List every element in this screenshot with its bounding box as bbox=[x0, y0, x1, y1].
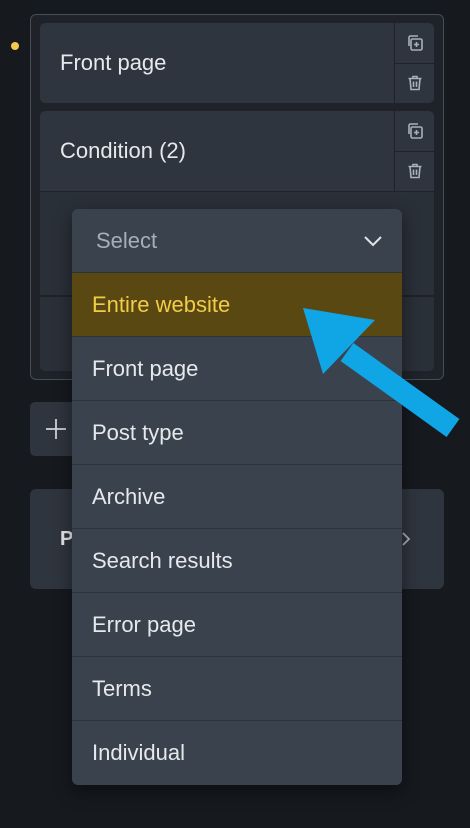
select-field[interactable]: Select bbox=[72, 209, 402, 273]
row-actions bbox=[394, 23, 434, 103]
trash-icon bbox=[408, 75, 421, 91]
duplicate-icon bbox=[407, 122, 423, 139]
condition-row-2: Condition (2) bbox=[40, 111, 434, 191]
condition-row-label[interactable]: Condition (2) bbox=[40, 111, 392, 191]
duplicate-button[interactable] bbox=[395, 111, 434, 151]
status-dot bbox=[11, 42, 19, 50]
duplicate-icon bbox=[407, 34, 423, 51]
trash-icon bbox=[408, 163, 421, 179]
condition-row-label[interactable]: Front page bbox=[40, 23, 392, 103]
row-actions bbox=[394, 111, 434, 191]
delete-button[interactable] bbox=[395, 150, 434, 192]
select-placeholder: Select bbox=[96, 227, 158, 253]
option-search-results[interactable]: Search results bbox=[72, 529, 402, 593]
option-individual[interactable]: Individual bbox=[72, 721, 402, 785]
option-terms[interactable]: Terms bbox=[72, 657, 402, 721]
condition-type-dropdown: Select Entire website Front page Post ty… bbox=[72, 209, 402, 785]
delete-button[interactable] bbox=[395, 62, 434, 104]
pointer-arrow-icon bbox=[303, 308, 460, 437]
condition-row-front-page: Front page bbox=[40, 23, 434, 103]
duplicate-button[interactable] bbox=[395, 23, 434, 63]
option-error-page[interactable]: Error page bbox=[72, 593, 402, 657]
chevron-down-icon bbox=[364, 235, 382, 246]
plus-icon bbox=[46, 419, 66, 439]
option-archive[interactable]: Archive bbox=[72, 465, 402, 529]
